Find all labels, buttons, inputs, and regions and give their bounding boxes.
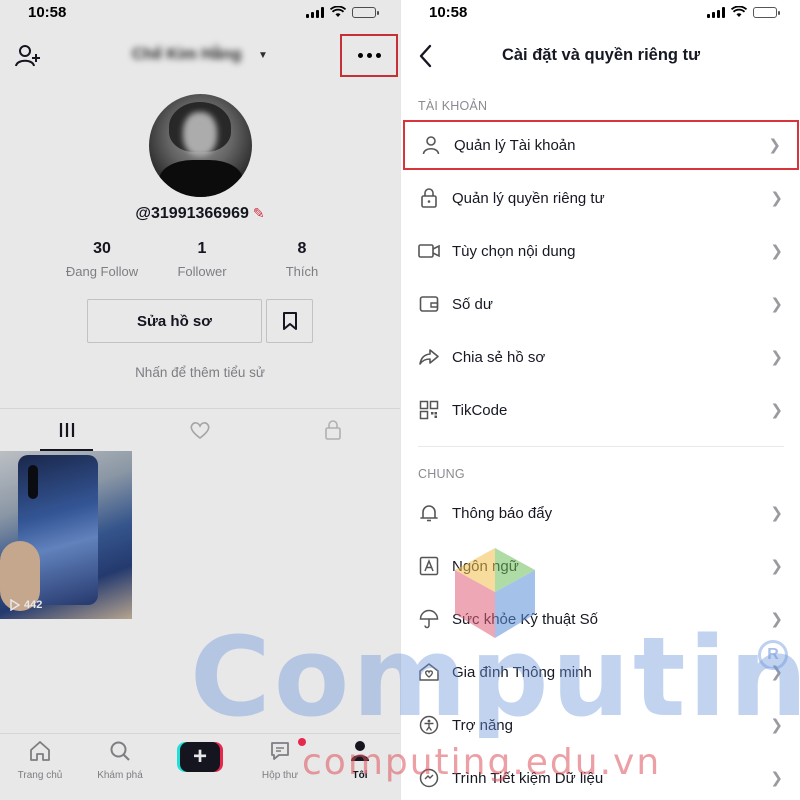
- chevron-right-icon: ❯: [770, 505, 783, 522]
- lock-icon: [417, 186, 441, 210]
- views-count: 442: [24, 599, 43, 611]
- bookmark-icon: [282, 312, 297, 330]
- qr-code-icon: [417, 398, 441, 422]
- add-bio-link[interactable]: Nhấn để thêm tiểu sử: [0, 365, 400, 380]
- settings-header: Cài đặt và quyền riêng tư: [401, 30, 800, 80]
- settings-item-label: Quản lý Tài khoản: [454, 136, 576, 154]
- status-icons: [306, 6, 379, 18]
- settings-item-tikcode[interactable]: TikCode ❯: [401, 385, 800, 435]
- settings-item-share-profile[interactable]: Chia sẻ hồ sơ ❯: [401, 332, 800, 382]
- add-friend-icon[interactable]: [14, 42, 42, 70]
- section-general-label: CHUNG: [418, 467, 465, 481]
- stat-label: Đang Follow: [65, 264, 139, 279]
- settings-item-label: TikCode: [452, 401, 508, 419]
- settings-item-content-preferences[interactable]: Tùy chọn nội dung ❯: [401, 226, 800, 276]
- chevron-right-icon: ❯: [768, 137, 781, 154]
- watermark-url: computing.edu.vn: [302, 742, 662, 783]
- page-title: Cài đặt và quyền riêng tư: [501, 46, 701, 64]
- chevron-right-icon: ❯: [770, 296, 783, 313]
- settings-item-manage-account[interactable]: Quản lý Tài khoản ❯: [403, 120, 799, 170]
- language-icon: [417, 554, 441, 578]
- profile-header: Chế Kim Hằng ▼: [0, 30, 400, 80]
- status-icons: [707, 6, 780, 18]
- settings-item-label: Số dư: [452, 295, 493, 313]
- video-thumbnail[interactable]: 442: [0, 451, 132, 619]
- settings-item-push-notifications[interactable]: Thông báo đẩy ❯: [401, 488, 800, 538]
- stat-label: Follower: [177, 264, 227, 279]
- section-divider: [418, 446, 784, 447]
- profile-handle: @31991366969 ✎: [0, 205, 400, 223]
- profile-tabs: [0, 408, 400, 451]
- create-video-button[interactable]: +: [177, 742, 223, 772]
- wifi-icon: [330, 6, 346, 17]
- chevron-right-icon: ❯: [770, 770, 783, 787]
- chevron-right-icon: ❯: [770, 190, 783, 207]
- tab-liked[interactable]: [133, 409, 266, 450]
- wallet-icon: [417, 292, 441, 316]
- search-icon: [110, 741, 130, 761]
- settings-item-privacy[interactable]: Quản lý quyền riêng tư ❯: [401, 173, 800, 223]
- play-icon: [10, 599, 20, 611]
- share-icon: [417, 345, 441, 369]
- signal-icon: [306, 6, 324, 18]
- stat-likes[interactable]: 8 Thích: [252, 240, 352, 279]
- settings-item-balance[interactable]: Số dư ❯: [401, 279, 800, 329]
- screen: 10:58 Chế Kim Hằng ▼ @31991366969 ✎ 30 Đan…: [0, 0, 800, 800]
- nav-label: Khám phá: [97, 770, 143, 781]
- chevron-right-icon: ❯: [770, 243, 783, 260]
- watermark-text: Computing: [190, 613, 800, 741]
- avatar[interactable]: [149, 94, 252, 197]
- chevron-down-icon[interactable]: ▼: [258, 50, 268, 61]
- registered-mark: R: [758, 640, 788, 670]
- profile-stats: 30 Đang Follow 1 Follower 8 Thích: [52, 240, 352, 279]
- status-bar: 10:58: [0, 0, 400, 26]
- lock-icon: [325, 419, 342, 440]
- stat-value: 1: [197, 240, 207, 257]
- person-icon: [419, 133, 443, 157]
- tab-private[interactable]: [267, 409, 400, 450]
- plus-icon: +: [180, 742, 220, 772]
- nav-home[interactable]: Trang chủ: [0, 740, 80, 781]
- stat-following[interactable]: 30 Đang Follow: [52, 240, 152, 279]
- section-account-label: TÀI KHOẢN: [418, 99, 488, 113]
- pencil-icon[interactable]: ✎: [253, 205, 265, 222]
- status-time: 10:58: [28, 4, 67, 21]
- grid-icon: [59, 422, 74, 437]
- battery-icon: [753, 6, 780, 18]
- chevron-right-icon: ❯: [770, 558, 783, 575]
- settings-item-label: Thông báo đẩy: [452, 504, 553, 522]
- tab-videos[interactable]: [0, 409, 133, 451]
- signal-icon: [707, 6, 725, 18]
- bell-icon: [417, 501, 441, 525]
- settings-item-label: Quản lý quyền riêng tư: [452, 189, 605, 207]
- chevron-right-icon: ❯: [770, 402, 783, 419]
- nav-discover[interactable]: Khám phá: [80, 740, 160, 781]
- status-time: 10:58: [429, 4, 468, 21]
- bookmark-button[interactable]: [266, 299, 313, 343]
- stat-value: 8: [297, 240, 307, 257]
- settings-item-label: Chia sẻ hồ sơ: [452, 348, 546, 366]
- stat-value: 30: [93, 240, 111, 257]
- wifi-icon: [731, 6, 747, 17]
- video-icon: [417, 239, 441, 263]
- settings-item-label: Tùy chọn nội dung: [452, 242, 576, 260]
- profile-username[interactable]: Chế Kim Hằng: [132, 46, 241, 64]
- handle-text: @31991366969: [135, 205, 249, 222]
- inbox-icon: [271, 742, 289, 760]
- heart-icon: [190, 421, 210, 439]
- chevron-right-icon: ❯: [770, 349, 783, 366]
- video-views: 442: [10, 599, 42, 611]
- edit-profile-button[interactable]: Sửa hồ sơ: [87, 299, 262, 343]
- stat-label: Thích: [285, 264, 319, 279]
- status-bar: 10:58: [401, 0, 800, 26]
- stat-followers[interactable]: 1 Follower: [152, 240, 252, 279]
- more-options-button[interactable]: [340, 34, 398, 77]
- home-icon: [30, 741, 50, 761]
- battery-icon: [352, 6, 379, 18]
- nav-label: Trang chủ: [17, 770, 63, 781]
